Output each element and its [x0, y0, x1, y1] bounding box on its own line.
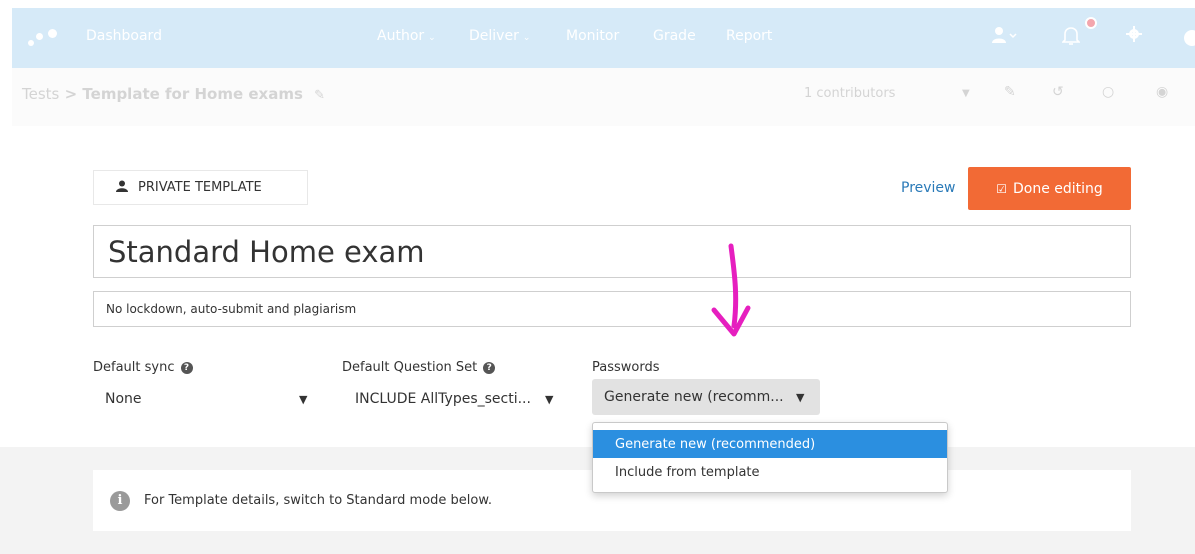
description-input[interactable]: No lockdown, auto-submit and plagiarism — [93, 291, 1131, 327]
top-navbar: Dashboard Author ⌄ Deliver ⌄ Monitor Grade… — [12, 8, 1195, 68]
private-template-button[interactable]: PRIVATE TEMPLATE — [93, 170, 308, 205]
passwords-option-include-from-template[interactable]: Include from template — [593, 458, 947, 486]
help-icon[interactable]: ? — [483, 362, 496, 374]
info-icon: i — [110, 490, 130, 511]
default-sync-label-text: Default sync — [93, 360, 175, 375]
history-icon[interactable]: ↺ — [1052, 84, 1064, 100]
breadcrumb-root[interactable]: Tests — [22, 85, 59, 103]
passwords-value: Generate new (recomm... — [604, 389, 784, 405]
title-input[interactable]: Standard Home exam — [93, 225, 1131, 278]
caret-down-icon: ▼ — [299, 392, 308, 406]
nav-deliver-label: Deliver — [469, 28, 519, 44]
logo-icon[interactable] — [26, 26, 66, 50]
default-sync-value: None — [105, 391, 142, 407]
default-question-set-label-text: Default Question Set — [342, 360, 478, 375]
default-sync-label: Default sync? — [93, 360, 193, 375]
passwords-label: Passwords — [592, 360, 660, 375]
passwords-dropdown-menu: Generate new (recommended) Include from … — [592, 422, 948, 493]
checkbox-check-icon: ☑ — [996, 181, 1007, 196]
breadcrumb-bar: Tests > Template for Home exams ✎ 1 cont… — [12, 68, 1195, 126]
default-question-set-select[interactable]: INCLUDE AllTypes_secti... ▼ — [355, 384, 565, 414]
help-icon[interactable]: ? — [180, 362, 193, 374]
nav-author-label: Author — [377, 28, 425, 44]
nav-grade[interactable]: Grade — [653, 28, 696, 44]
passwords-option-generate-new[interactable]: Generate new (recommended) — [593, 430, 947, 458]
nav-deliver[interactable]: Deliver ⌄ — [469, 28, 530, 44]
user-icon — [116, 180, 128, 195]
breadcrumb: Tests > Template for Home exams ✎ — [22, 85, 325, 103]
done-editing-label: Done editing — [1012, 180, 1103, 197]
default-sync-select[interactable]: None ▼ — [105, 384, 315, 414]
annotation-arrow-icon — [711, 243, 751, 337]
edit-pencil-icon[interactable]: ✎ — [314, 88, 325, 103]
chevron-down-icon: ⌄ — [428, 33, 436, 43]
default-question-set-value: INCLUDE AllTypes_secti... — [355, 391, 531, 407]
passwords-select[interactable]: Generate new (recomm... ▼ — [592, 379, 820, 415]
nav-dashboard[interactable]: Dashboard — [86, 28, 162, 44]
user-menu-icon[interactable] — [992, 26, 1018, 48]
circle-icon[interactable]: ○ — [1102, 84, 1114, 100]
notification-dot-icon — [1085, 17, 1097, 29]
done-editing-button[interactable]: ☑ Done editing — [968, 167, 1131, 210]
info-message-text: For Template details, switch to Standard… — [144, 493, 492, 508]
caret-down-icon: ▼ — [796, 390, 805, 404]
nav-monitor[interactable]: Monitor — [566, 28, 619, 44]
contributors-count[interactable]: 1 contributors — [804, 86, 895, 101]
edit-icon[interactable]: ✎ — [1004, 84, 1016, 100]
breadcrumb-separator: > — [64, 85, 78, 103]
bell-icon[interactable] — [1061, 26, 1081, 50]
nav-report[interactable]: Report — [726, 28, 772, 44]
help-circle-icon[interactable] — [1184, 30, 1195, 46]
caret-down-icon: ▼ — [545, 392, 554, 406]
chevron-down-icon[interactable]: ▼ — [962, 88, 970, 99]
private-template-label: PRIVATE TEMPLATE — [138, 180, 262, 195]
preview-link[interactable]: Preview — [901, 180, 956, 196]
nav-author[interactable]: Author ⌄ — [377, 28, 436, 44]
breadcrumb-current: Template for Home exams — [82, 85, 303, 103]
chevron-down-icon: ⌄ — [522, 33, 531, 43]
eye-icon[interactable]: ◉ — [1156, 84, 1168, 100]
gear-icon[interactable] — [1126, 26, 1142, 46]
default-question-set-label: Default Question Set? — [342, 360, 496, 375]
